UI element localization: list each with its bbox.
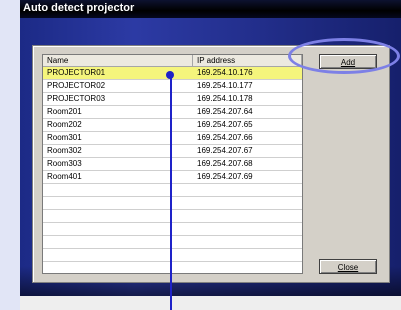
empty-list-row [43, 197, 302, 210]
list-item[interactable]: Room202 169.254.207.65 [43, 119, 302, 132]
annotation-pointer-dot [166, 71, 174, 79]
list-item[interactable]: Room302 169.254.207.67 [43, 145, 302, 158]
list-header: Name IP address [43, 55, 302, 67]
projector-ip-address: 169.254.207.67 [197, 146, 253, 155]
empty-list-row [43, 262, 302, 273]
list-item[interactable]: PROJECTOR03 169.254.10.178 [43, 93, 302, 106]
background-panel [0, 0, 20, 310]
list-item[interactable]: PROJECTOR02 169.254.10.177 [43, 80, 302, 93]
window-title: Auto detect projector [23, 2, 135, 14]
list-item[interactable]: Room303 169.254.207.68 [43, 158, 302, 171]
list-item[interactable]: Room201 169.254.207.64 [43, 106, 302, 119]
empty-list-row [43, 236, 302, 249]
list-rows: PROJECTOR01 169.254.10.176 PROJECTOR02 169.… [43, 67, 302, 273]
projector-ip-address: 169.254.207.65 [197, 120, 253, 129]
projector-ip-address: 169.254.207.64 [197, 107, 253, 116]
list-item[interactable]: Room301 169.254.207.66 [43, 132, 302, 145]
add-button-highlight-ring [288, 38, 400, 74]
bottom-strip [20, 296, 401, 310]
list-item[interactable]: Room401 169.254.207.69 [43, 171, 302, 184]
empty-list-row [43, 223, 302, 236]
projector-ip-address: 169.254.207.69 [197, 172, 253, 181]
annotation-pointer-line [170, 74, 172, 310]
projector-dialog: Name IP address PROJECTOR01 169.254.10.17… [32, 45, 390, 283]
empty-list-row [43, 249, 302, 262]
column-header-name[interactable]: Name [43, 55, 193, 67]
projector-ip-address: 169.254.10.176 [197, 68, 253, 77]
title-bar: Auto detect projector [20, 0, 401, 18]
column-header-ip-address[interactable]: IP address [193, 55, 302, 67]
close-button-label: Close [337, 263, 359, 272]
projector-ip-address: 169.254.10.178 [197, 94, 253, 103]
empty-list-row [43, 184, 302, 197]
close-button[interactable]: Close [319, 259, 377, 274]
projector-ip-address: 169.254.207.66 [197, 133, 253, 142]
empty-list-row [43, 210, 302, 223]
projector-ip-address: 169.254.207.68 [197, 159, 253, 168]
projector-list[interactable]: Name IP address PROJECTOR01 169.254.10.17… [42, 54, 303, 274]
projector-ip-address: 169.254.10.177 [197, 81, 253, 90]
